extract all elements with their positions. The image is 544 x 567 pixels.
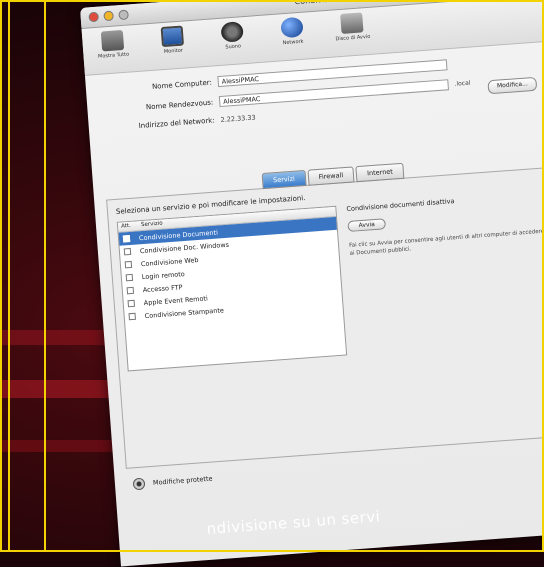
yellow-column-frame — [8, 0, 46, 552]
yellow-frame — [0, 0, 544, 552]
